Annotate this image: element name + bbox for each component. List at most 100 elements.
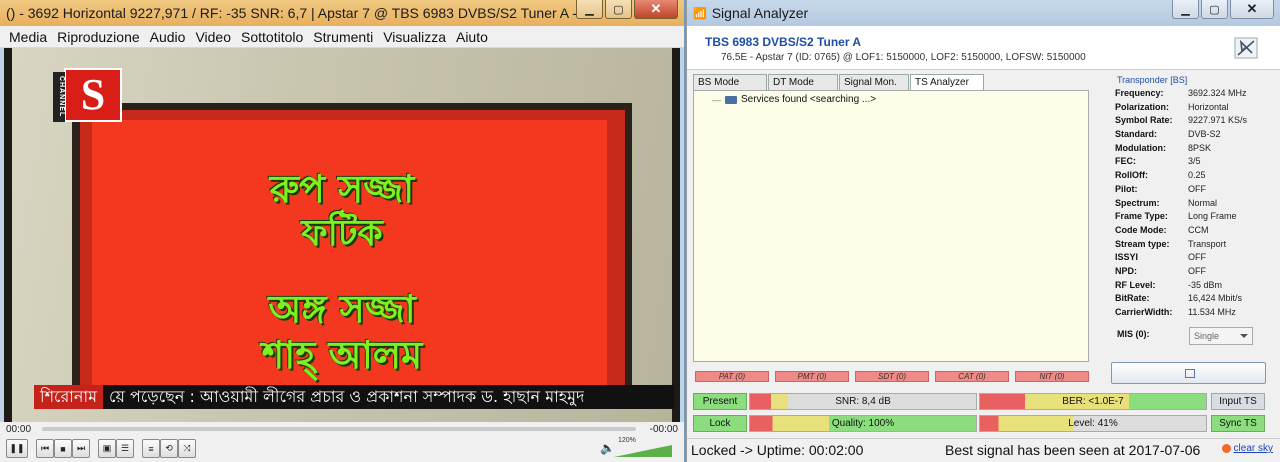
present-label: Present: [702, 396, 738, 407]
menu-video[interactable]: Video: [190, 29, 236, 45]
stop-button[interactable]: ■: [54, 439, 72, 458]
clear-sky-link[interactable]: clear sky: [1221, 443, 1273, 454]
speaker-icon[interactable]: 🔈: [600, 441, 615, 455]
tab-dt-mode[interactable]: DT Mode: [768, 74, 838, 90]
window-icon: [1185, 369, 1195, 378]
minimize-button[interactable]: ▁: [576, 0, 603, 19]
shuffle-button[interactable]: ⤨: [178, 439, 196, 458]
vlc-title-bar[interactable]: () - 3692 Horizontal 9227,971 / RF: -35 …: [0, 0, 684, 26]
tab-signal-mon[interactable]: Signal Mon.: [839, 74, 909, 90]
volume-slider[interactable]: 120%: [614, 437, 672, 457]
sa-minimize-button[interactable]: ▁: [1172, 0, 1199, 19]
video-area[interactable]: CHANNEL S রুপ সজ্জা ফটিক অঙ্গ সজ্জা শাহ্…: [4, 48, 680, 422]
info-key: Stream type:: [1115, 238, 1170, 249]
info-row: Modulation: 8PSK: [1115, 143, 1267, 157]
info-row: RF Level: -35 dBm: [1115, 280, 1267, 294]
status-bar: Locked -> Uptime: 00:02:00 Best signal h…: [687, 438, 1280, 462]
extended-settings-button[interactable]: ☰: [116, 439, 134, 458]
services-tree[interactable]: — Services found <searching ...>: [693, 90, 1089, 362]
info-key: Spectrum:: [1115, 197, 1160, 208]
next-button[interactable]: ⏭: [72, 439, 90, 458]
mis-dropdown[interactable]: Single: [1189, 327, 1253, 345]
previous-icon: ⏮: [40, 443, 50, 453]
shuffle-icon: ⤨: [183, 443, 191, 453]
info-row: Stream type: Transport: [1115, 239, 1267, 253]
vlc-window: () - 3692 Horizontal 9227,971 / RF: -35 …: [0, 0, 684, 462]
pid-status-row: PAT (0) PMT (0) SDT (0) CAT (0) NIT (0): [695, 371, 1089, 382]
news-ticker: শিরোনাম য়ে পড়েছেন : আওয়ামী লীগের প্রচ…: [34, 385, 674, 409]
status-best-signal: Best signal has been seen at 2017-07-06 …: [945, 442, 1201, 458]
info-row: NPD: OFF: [1115, 266, 1267, 280]
info-value: Long Frame: [1188, 211, 1237, 222]
info-value: -35 dBm: [1188, 279, 1223, 290]
tab-bs-mode[interactable]: BS Mode: [693, 74, 767, 90]
sa-window-title: Signal Analyzer: [711, 5, 809, 21]
menu-tools[interactable]: Strumenti: [308, 29, 378, 45]
info-key: NPD:: [1115, 265, 1137, 276]
sa-close-button[interactable]: ✕: [1230, 0, 1274, 19]
info-row: FEC: 3/5: [1115, 156, 1267, 170]
info-key: Frame Type:: [1115, 211, 1168, 222]
sync-ts-indicator: Sync TS: [1211, 415, 1265, 432]
info-value: 3692.324 MHz: [1188, 88, 1247, 98]
lock-indicator: Lock: [693, 415, 747, 432]
mode-tabs: BS Mode DT Mode Signal Mon. TS Analyzer …: [693, 74, 985, 103]
signal-analyzer-window: 📶 Signal Analyzer ▁ ▢ ✕ TBS 6983 DVBS/S2…: [686, 0, 1280, 462]
seek-row: 00:00 -00:00: [0, 422, 684, 436]
loop-button[interactable]: ⟲: [160, 439, 178, 458]
menu-media[interactable]: Media: [4, 29, 52, 45]
maximize-icon: ▢: [613, 3, 624, 16]
quality-meter: Quality: 100%: [749, 415, 977, 432]
sa-title-bar[interactable]: 📶 Signal Analyzer ▁ ▢ ✕: [687, 0, 1280, 26]
ticker-text: য়ে পড়েছেন : আওয়ামী লীগের প্রচার ও প্র…: [109, 386, 585, 406]
info-row: ISSYI OFF: [1115, 252, 1267, 266]
credit-line-4: শাহ্ আলম: [261, 333, 423, 377]
playlist-icon: ≡: [148, 443, 154, 454]
info-row: Frequency: 3692.324 MHz: [1115, 88, 1267, 102]
loop-icon: ⟲: [165, 443, 173, 453]
close-icon: ✕: [1246, 1, 1258, 16]
info-value: Horizontal: [1188, 101, 1229, 112]
tree-node-services[interactable]: — Services found <searching ...>: [712, 94, 876, 105]
expand-button[interactable]: [1111, 362, 1266, 384]
stop-icon: ■: [60, 443, 66, 454]
tab-ts-analyzer[interactable]: TS Analyzer (OK: [910, 74, 984, 103]
snr-fill: [750, 394, 789, 409]
close-button[interactable]: ✕: [634, 0, 678, 19]
menu-audio[interactable]: Audio: [145, 29, 191, 45]
menu-subtitle[interactable]: Sottotitolo: [236, 29, 308, 45]
info-row: Standard: DVB-S2: [1115, 129, 1267, 143]
maximize-icon: ▢: [1209, 3, 1220, 16]
info-row: Polarization: Horizontal: [1115, 102, 1267, 116]
volume-level-fill: [614, 445, 672, 457]
info-row: Frame Type: Long Frame: [1115, 211, 1267, 225]
video-frame: CHANNEL S রুপ সজ্জা ফটিক অঙ্গ সজ্জা শাহ্…: [12, 48, 674, 422]
menu-playback[interactable]: Riproduzione: [52, 29, 145, 45]
maximize-button[interactable]: ▢: [605, 0, 632, 19]
sync-ts-label: Sync TS: [1219, 418, 1257, 429]
vlc-window-title: () - 3692 Horizontal 9227,971 / RF: -35 …: [6, 5, 590, 21]
menu-view[interactable]: Visualizza: [378, 29, 451, 45]
menu-help[interactable]: Aiuto: [451, 29, 493, 45]
info-row: Code Mode: CCM: [1115, 225, 1267, 239]
clear-sky-label: clear sky: [1233, 443, 1273, 454]
channel-logo: CHANNEL S: [53, 68, 122, 122]
playlist-button[interactable]: ≡: [142, 439, 160, 458]
info-value: DVB-S2: [1188, 129, 1221, 140]
previous-button[interactable]: ⏮: [36, 439, 54, 458]
sa-maximize-button[interactable]: ▢: [1201, 0, 1228, 19]
chevron-down-icon: [1240, 334, 1248, 338]
fullscreen-button[interactable]: ▣: [98, 439, 116, 458]
pause-button[interactable]: ❚❚: [6, 439, 28, 458]
vlc-menu-bar: Media Riproduzione Audio Video Sottotito…: [0, 26, 684, 48]
snr-label: SNR: 8,4 dB: [835, 396, 891, 407]
seek-bar[interactable]: [42, 427, 636, 431]
info-value: CCM: [1188, 224, 1209, 235]
pid-pat: PAT (0): [695, 371, 769, 382]
tree-node-label: Services found <searching ...>: [741, 94, 877, 105]
transponder-title: Transponder [BS]: [1117, 75, 1188, 85]
pid-nit: NIT (0): [1015, 371, 1089, 382]
info-row: CarrierWidth: 11.534 MHz: [1115, 307, 1267, 321]
info-key: Symbol Rate:: [1115, 115, 1173, 126]
pid-cat: CAT (0): [935, 371, 1009, 382]
